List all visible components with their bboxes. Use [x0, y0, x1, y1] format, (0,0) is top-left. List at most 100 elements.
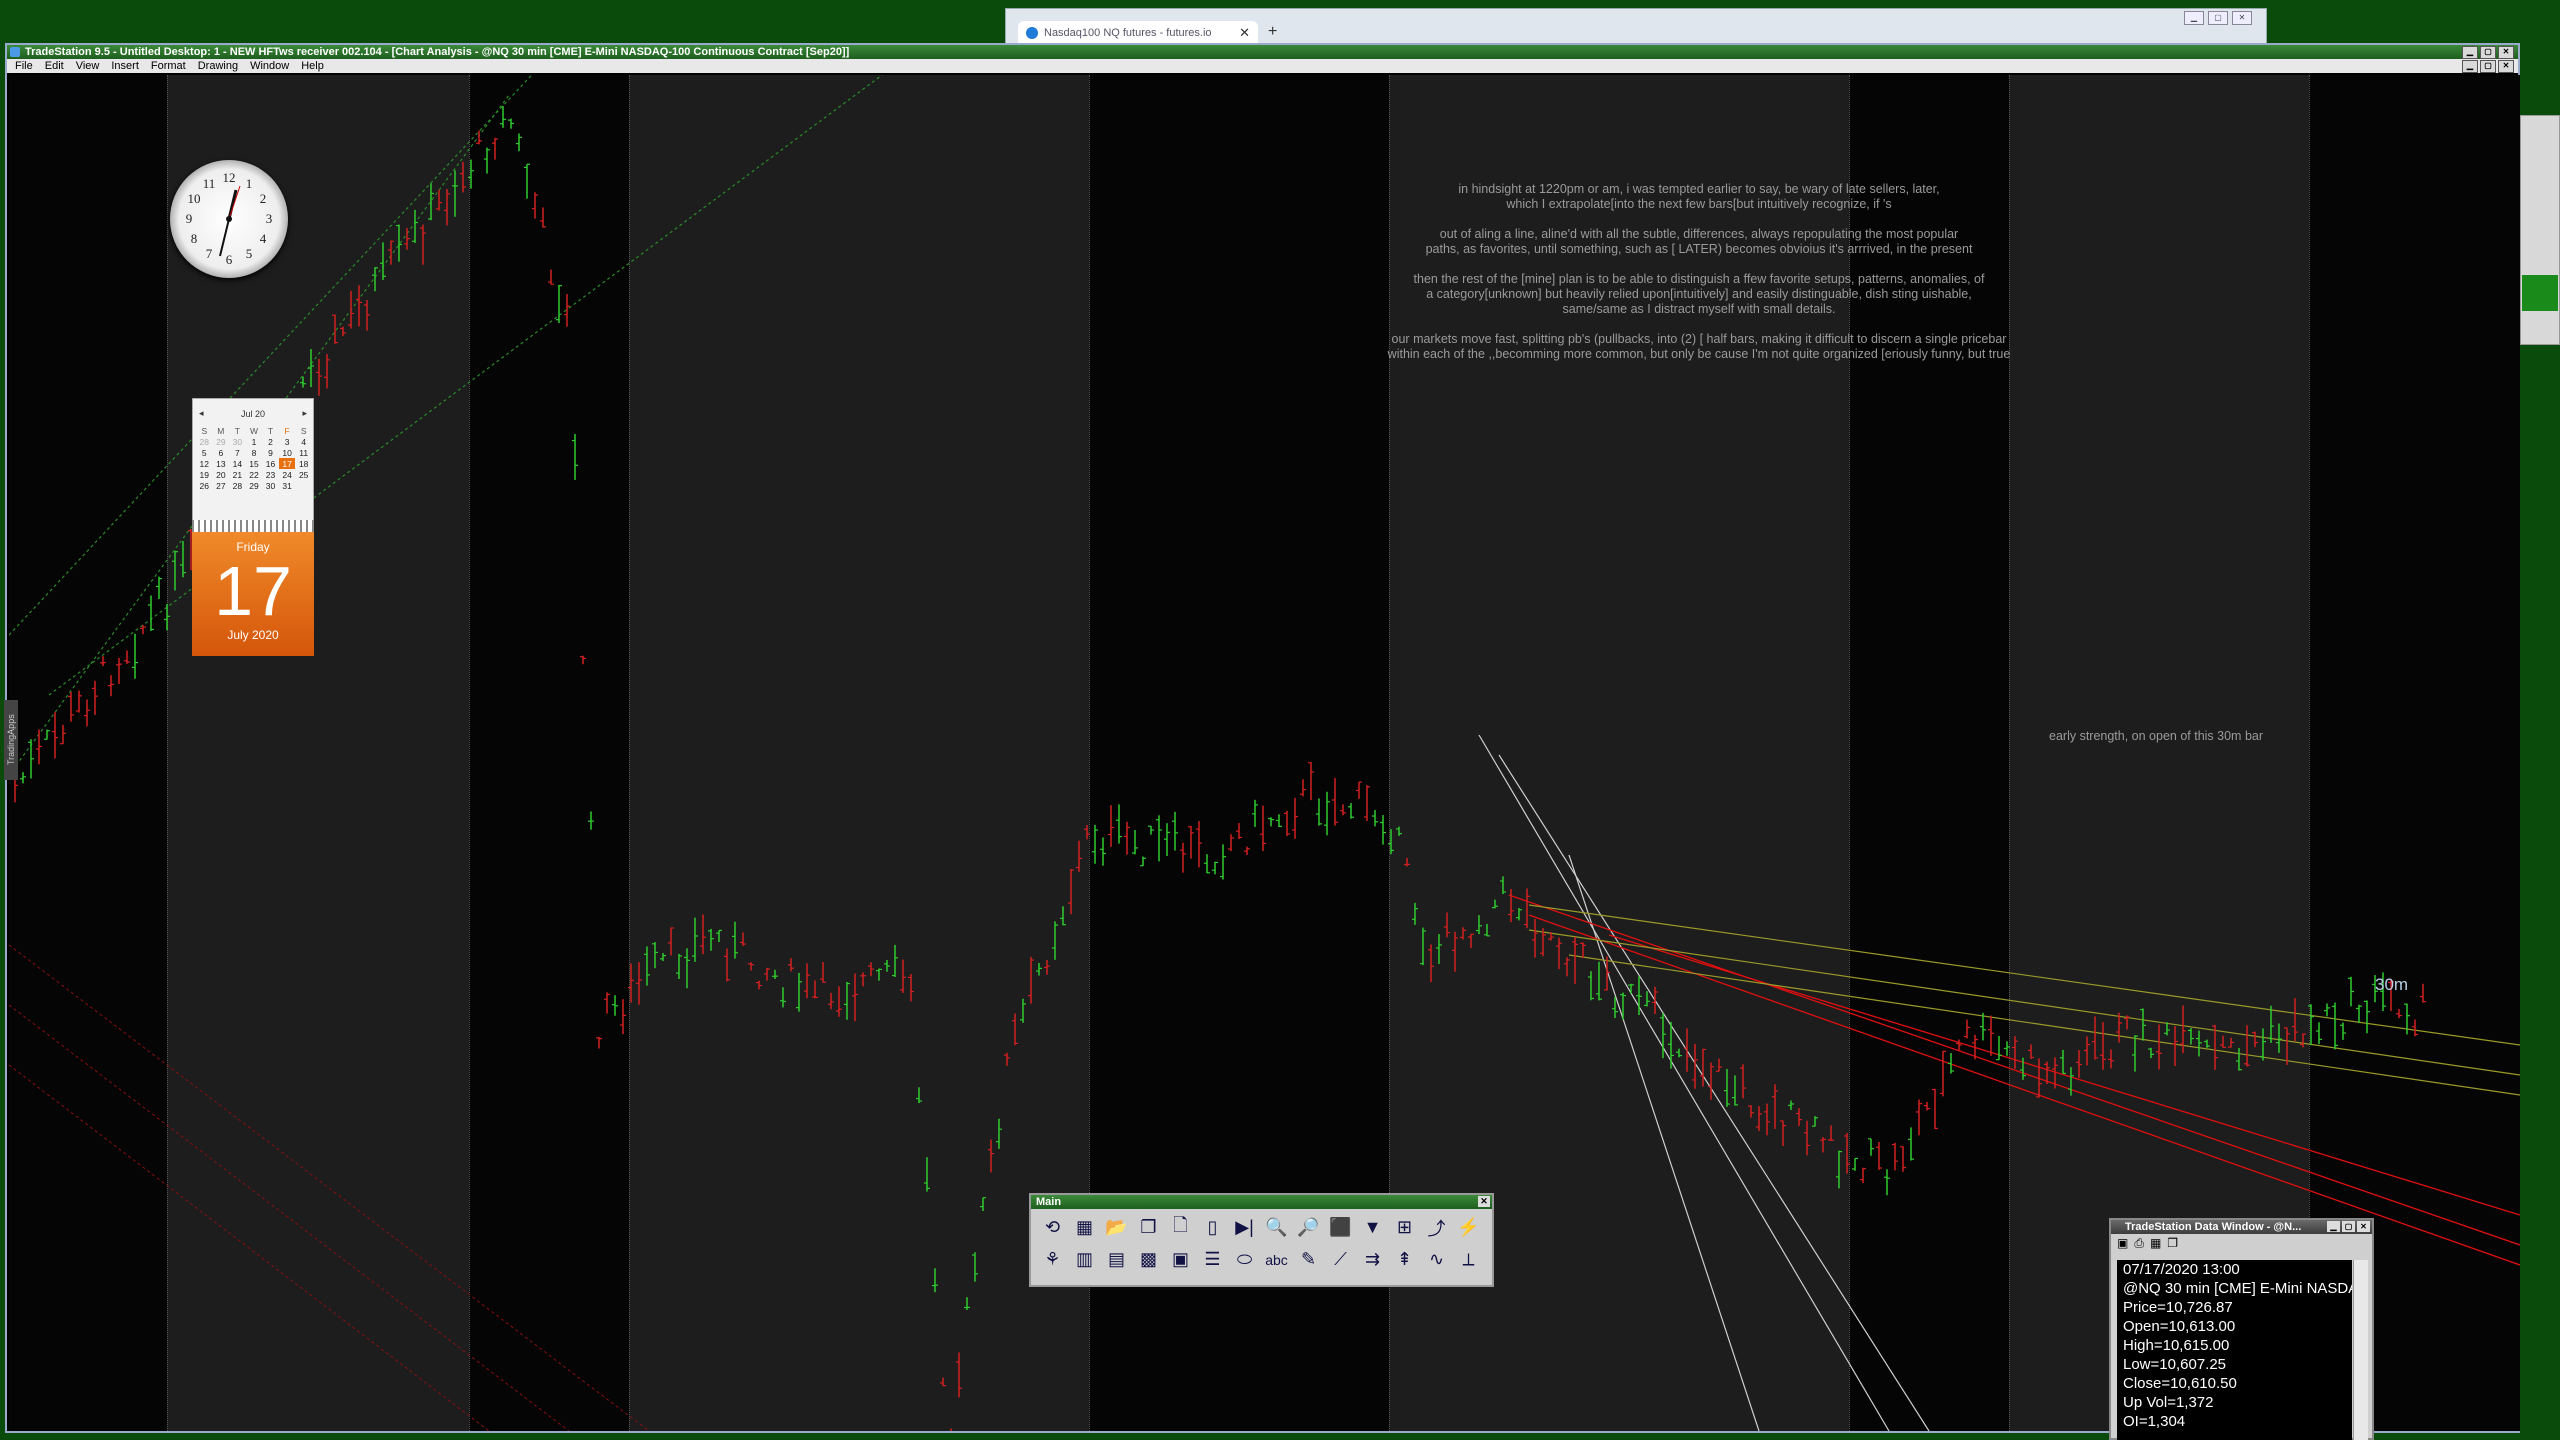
maximize-icon[interactable]: ▢ — [2342, 1221, 2355, 1232]
pencil-icon[interactable]: ✎ — [1295, 1246, 1322, 1273]
trendline-white — [1498, 754, 1930, 1431]
calendar-day[interactable]: 16 — [262, 458, 279, 469]
calendar-day[interactable]: 18 — [295, 458, 312, 469]
calendar-day[interactable]: 12 — [196, 458, 213, 469]
copy-icon[interactable]: ❐ — [1135, 1214, 1162, 1241]
calendar-day[interactable]: 30 — [229, 436, 246, 447]
calendar-day[interactable]: 21 — [229, 469, 246, 480]
minimize-icon[interactable]: ▁ — [2327, 1221, 2340, 1232]
close-icon[interactable]: ✕ — [1478, 1196, 1490, 1207]
calendar-day[interactable]: 3 — [279, 436, 296, 447]
calendar-day[interactable]: 23 — [262, 469, 279, 480]
calendar-day[interactable]: 14 — [229, 458, 246, 469]
calendar-day[interactable]: 31 — [279, 480, 296, 491]
play-to-end-icon[interactable]: ▶| — [1231, 1214, 1258, 1241]
svg-text:4: 4 — [260, 231, 267, 246]
zoom-in-icon[interactable]: 🔍 — [1263, 1214, 1290, 1241]
calendar-day[interactable]: 15 — [246, 458, 263, 469]
close-icon[interactable]: ✕ — [2498, 46, 2514, 59]
menu-window[interactable]: Window — [250, 59, 289, 73]
horizontal-lines-icon[interactable]: ☰ — [1199, 1246, 1226, 1273]
calendar-day[interactable]: 5 — [196, 447, 213, 458]
bars-icon[interactable]: ▥ — [1071, 1246, 1098, 1273]
vertical-tool-icon[interactable]: ⇞ — [1391, 1246, 1418, 1273]
browser-tab[interactable]: Nasdaq100 NQ futures - futures.io ✕ — [1018, 21, 1258, 45]
maximize-icon[interactable]: ▢ — [2480, 46, 2496, 59]
grid-view-icon[interactable]: ▦ — [2150, 1236, 2161, 1252]
table-icon[interactable]: ▤ — [1103, 1246, 1130, 1273]
horizontal-line-tool-icon[interactable]: ⇉ — [1359, 1246, 1386, 1273]
annotation-line: then the rest of the [mine] plan is to b… — [1413, 272, 1985, 286]
save-icon[interactable]: ▣ — [2117, 1236, 2128, 1252]
ellipse-icon[interactable]: ⬭ — [1231, 1246, 1258, 1273]
page-icon[interactable]: ▯ — [1199, 1214, 1226, 1241]
calendar-day[interactable]: 20 — [213, 469, 230, 480]
new-window-icon[interactable]: ▦ — [1071, 1214, 1098, 1241]
matrix-icon[interactable]: ▣ — [1167, 1246, 1194, 1273]
calendar-day[interactable]: 26 — [196, 480, 213, 491]
menu-view[interactable]: View — [76, 59, 100, 73]
calendar-day[interactable]: 8 — [246, 447, 263, 458]
minimize-icon[interactable]: ▁ — [2462, 46, 2478, 59]
calendar-day[interactable]: 29 — [246, 480, 263, 491]
menu-help[interactable]: Help — [301, 59, 324, 73]
maximize-icon[interactable]: ▢ — [2208, 11, 2228, 25]
menu-format[interactable]: Format — [151, 59, 186, 73]
data-window-titlebar[interactable]: TradeStation Data Window - @N... ▁ ▢ ✕ — [2111, 1220, 2372, 1234]
tradingapps-tab[interactable]: TradingApps — [4, 700, 18, 780]
calendar-day[interactable]: 6 — [213, 447, 230, 458]
copy-icon[interactable]: ❐ — [2167, 1236, 2178, 1252]
data-window-scrollbar[interactable] — [2353, 1260, 2368, 1440]
menu-drawing[interactable]: Drawing — [198, 59, 238, 73]
angle-icon[interactable]: ⟂ — [1455, 1246, 1482, 1273]
zoom-out-icon[interactable]: 🔎 — [1295, 1214, 1322, 1241]
calendar-day[interactable]: 29 — [213, 436, 230, 447]
text-tool-icon[interactable]: abc — [1263, 1246, 1290, 1273]
lightning-icon[interactable]: ⚡ — [1455, 1214, 1482, 1241]
minimize-icon[interactable]: ▁ — [2184, 11, 2204, 25]
print-icon[interactable]: ⎙ — [2134, 1236, 2144, 1252]
new-tab-button[interactable]: + — [1268, 23, 1277, 41]
calendar-day[interactable]: 1 — [246, 436, 263, 447]
calendar-day-selected[interactable]: 17 — [278, 458, 296, 469]
curve-icon[interactable]: ⤴ — [1423, 1214, 1450, 1241]
dropdown-icon[interactable]: ▼ — [1359, 1214, 1386, 1241]
menu-insert[interactable]: Insert — [111, 59, 139, 73]
grid-icon[interactable]: ⊞ — [1391, 1214, 1418, 1241]
calendar-day[interactable]: 13 — [213, 458, 230, 469]
indicator-icon[interactable]: ⚘ — [1039, 1246, 1066, 1273]
calendar-day[interactable]: 11 — [295, 447, 312, 458]
refresh-icon[interactable]: ⟲ — [1039, 1214, 1066, 1241]
calendar-day[interactable]: 7 — [229, 447, 246, 458]
menu-file[interactable]: File — [15, 59, 33, 73]
doc-restore-icon[interactable]: ▢ — [2480, 60, 2496, 73]
close-icon[interactable]: ✕ — [2357, 1221, 2370, 1232]
open-folder-icon[interactable]: 📂 — [1103, 1214, 1130, 1241]
menu-edit[interactable]: Edit — [45, 59, 64, 73]
new-document-icon[interactable]: 🗋 — [1167, 1214, 1194, 1241]
calendar-day[interactable]: 27 — [213, 480, 230, 491]
calendar-day[interactable]: 10 — [279, 447, 296, 458]
weekday-header: W — [249, 425, 258, 436]
calendar-day[interactable]: 28 — [229, 480, 246, 491]
color-bars-icon[interactable]: ▩ — [1135, 1246, 1162, 1273]
next-month-icon[interactable]: ▸ — [302, 408, 307, 419]
close-tab-icon[interactable]: ✕ — [1239, 21, 1250, 45]
close-icon[interactable]: ✕ — [2232, 11, 2252, 25]
calendar-day[interactable]: 19 — [196, 469, 213, 480]
calendar-day[interactable]: 9 — [262, 447, 279, 458]
calendar-day[interactable]: 2 — [262, 436, 279, 447]
trendline-icon[interactable]: ⟋ — [1327, 1246, 1354, 1273]
toolbar-titlebar[interactable]: Main ✕ — [1031, 1195, 1492, 1209]
calendar-day[interactable] — [295, 480, 312, 491]
calendar-day[interactable]: 24 — [279, 469, 296, 480]
calendar-day[interactable]: 22 — [246, 469, 263, 480]
chart-style-icon[interactable]: ⬛ — [1327, 1214, 1354, 1241]
wave-icon[interactable]: ∿ — [1423, 1246, 1450, 1273]
calendar-day[interactable]: 30 — [262, 480, 279, 491]
calendar-day[interactable]: 4 — [295, 436, 312, 447]
calendar-day[interactable]: 28 — [196, 436, 213, 447]
doc-close-icon[interactable]: ✕ — [2498, 60, 2514, 73]
doc-minimize-icon[interactable]: ▁ — [2462, 60, 2478, 73]
calendar-day[interactable]: 25 — [295, 469, 312, 480]
